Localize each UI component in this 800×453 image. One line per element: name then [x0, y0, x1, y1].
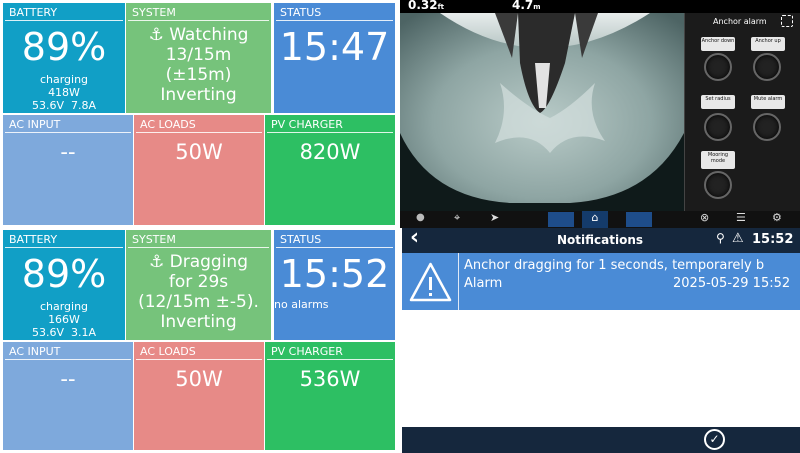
battery-title: BATTERY: [5, 3, 123, 21]
notification-type: Alarm: [464, 276, 503, 291]
ac-input-title: AC INPUT: [5, 342, 131, 360]
anchor-up-label: Anchor up: [751, 37, 785, 51]
pv-charger-value: 536W: [299, 367, 361, 391]
system-line4: Inverting: [160, 85, 237, 105]
ac-loads-tile[interactable]: AC LOADS 50W: [134, 115, 264, 225]
pv-charger-title: PV CHARGER: [267, 115, 393, 133]
expand-icon[interactable]: [781, 15, 793, 27]
menu-icon[interactable]: ☰: [736, 211, 746, 224]
notifications-header: ‹ Notifications ⚲ ⚠ 15:52: [402, 228, 800, 253]
ac-loads-title: AC LOADS: [136, 115, 262, 133]
alarm-warning-icon: [402, 253, 459, 310]
battery-power: 166W: [48, 313, 80, 326]
notification-item[interactable]: Anchor dragging for 1 seconds, temporare…: [402, 253, 800, 310]
battery-state: charging: [39, 73, 89, 86]
status-tile[interactable]: STATUS 15:47: [274, 3, 395, 113]
chart-app-icon[interactable]: [548, 212, 574, 227]
home-icon[interactable]: ⌂: [582, 211, 608, 228]
dashboard-top: BATTERY 89% charging 418W 53.6V 7.8A SYS…: [0, 0, 400, 228]
anchor-down-label: Anchor down: [701, 37, 735, 51]
distance-readout: 4.7m: [512, 0, 541, 12]
mute-alarm-button[interactable]: [753, 113, 781, 141]
system-title: SYSTEM: [128, 230, 269, 248]
battery-tile[interactable]: BATTERY 89% charging 166W 53.6V 3.1A: [3, 230, 125, 340]
system-line2: 13/15m: [165, 45, 232, 65]
ac-loads-value: 50W: [175, 140, 223, 164]
ac-input-tile[interactable]: AC INPUT --: [3, 115, 133, 225]
settings-icon[interactable]: ⚙: [772, 211, 782, 224]
system-line3: (±15m): [165, 65, 232, 85]
camera-app-icon[interactable]: [626, 212, 652, 227]
battery-state: charging: [39, 300, 89, 313]
lifebuoy-icon[interactable]: ⊗: [700, 211, 709, 224]
anchor-down-button[interactable]: [704, 53, 732, 81]
header-time: 15:52: [752, 232, 794, 247]
navigate-icon[interactable]: ➤: [490, 211, 499, 224]
set-radius-button[interactable]: [704, 113, 732, 141]
back-button[interactable]: ‹: [410, 228, 419, 250]
ac-loads-title: AC LOADS: [136, 342, 262, 360]
pv-charger-tile[interactable]: PV CHARGER 536W: [265, 342, 395, 450]
system-tile[interactable]: SYSTEM ⚓ Dragging for 29s (12/15m ±-5). …: [126, 230, 271, 340]
notifications-footer: ✓: [402, 427, 800, 453]
status-title: STATUS: [276, 230, 393, 248]
ac-loads-tile[interactable]: AC LOADS 50W: [134, 342, 264, 450]
anchor-up-button[interactable]: [753, 53, 781, 81]
battery-power: 418W: [48, 86, 80, 99]
location-pin-icon: ⚲: [716, 231, 725, 245]
status-time: 15:47: [279, 25, 390, 69]
record-icon[interactable]: ●: [416, 212, 425, 223]
battery-percent: 89%: [21, 252, 107, 296]
set-radius-label: Set radius: [701, 95, 735, 109]
warning-icon: ⚠: [732, 231, 744, 246]
anchor-panel-title: Anchor alarm: [713, 17, 767, 26]
notifications-title: Notifications: [557, 233, 644, 247]
ac-input-title: AC INPUT: [5, 115, 131, 133]
mooring-mode-label: Mooring mode: [701, 151, 735, 169]
pv-charger-value: 820W: [299, 140, 361, 164]
battery-volt-current: 53.6V 7.8A: [31, 99, 97, 112]
status-time: 15:52: [279, 252, 390, 296]
location-icon[interactable]: ⌖: [454, 211, 460, 225]
ac-loads-value: 50W: [175, 367, 223, 391]
status-title: STATUS: [276, 3, 393, 21]
system-line3: (12/15m ±-5).: [138, 292, 259, 312]
acknowledge-button[interactable]: ✓: [704, 429, 725, 450]
camera-view: 0.32ft 4.7m Anchor alarm Anchor down Anc…: [400, 0, 800, 228]
depth-readout: 0.32ft: [408, 0, 445, 12]
pv-charger-tile[interactable]: PV CHARGER 820W: [265, 115, 395, 225]
system-line1: ⚓ Watching: [148, 25, 249, 45]
system-line4: Inverting: [160, 312, 237, 332]
system-title: SYSTEM: [128, 3, 269, 21]
status-tile[interactable]: STATUS 15:52 no alarms: [274, 230, 395, 340]
ac-input-tile[interactable]: AC INPUT --: [3, 342, 133, 450]
camera-image: [400, 13, 684, 211]
ac-input-value: --: [60, 367, 76, 391]
system-tile[interactable]: SYSTEM ⚓ Watching 13/15m (±15m) Invertin…: [126, 3, 271, 113]
camera-readout-bar: 0.32ft 4.7m: [400, 0, 800, 13]
notification-timestamp: 2025-05-29 15:52: [673, 276, 791, 291]
battery-tile[interactable]: BATTERY 89% charging 418W 53.6V 7.8A: [3, 3, 125, 113]
mooring-mode-button[interactable]: [704, 171, 732, 199]
mute-alarm-label: Mute alarm: [751, 95, 785, 109]
anchor-alarm-panel: Anchor alarm Anchor down Anchor up Set r…: [684, 13, 800, 213]
system-line2: for 29s: [168, 272, 229, 292]
ac-input-value: --: [60, 140, 76, 164]
battery-percent: 89%: [21, 25, 107, 69]
pv-charger-title: PV CHARGER: [267, 342, 393, 360]
notification-message: Anchor dragging for 1 seconds, temporare…: [464, 258, 765, 273]
status-subtitle: no alarms: [274, 298, 329, 311]
battery-volt-current: 53.6V 3.1A: [31, 326, 97, 339]
system-line1: ⚓ Dragging: [148, 252, 248, 272]
dashboard-bottom: BATTERY 89% charging 166W 53.6V 3.1A SYS…: [0, 228, 400, 453]
camera-bottom-bar: ● ⌖ ➤ ⌂ ⊗ ☰ ⚙: [400, 211, 800, 228]
notifications-view: ‹ Notifications ⚲ ⚠ 15:52 Anchor draggin…: [400, 228, 800, 453]
battery-title: BATTERY: [5, 230, 123, 248]
